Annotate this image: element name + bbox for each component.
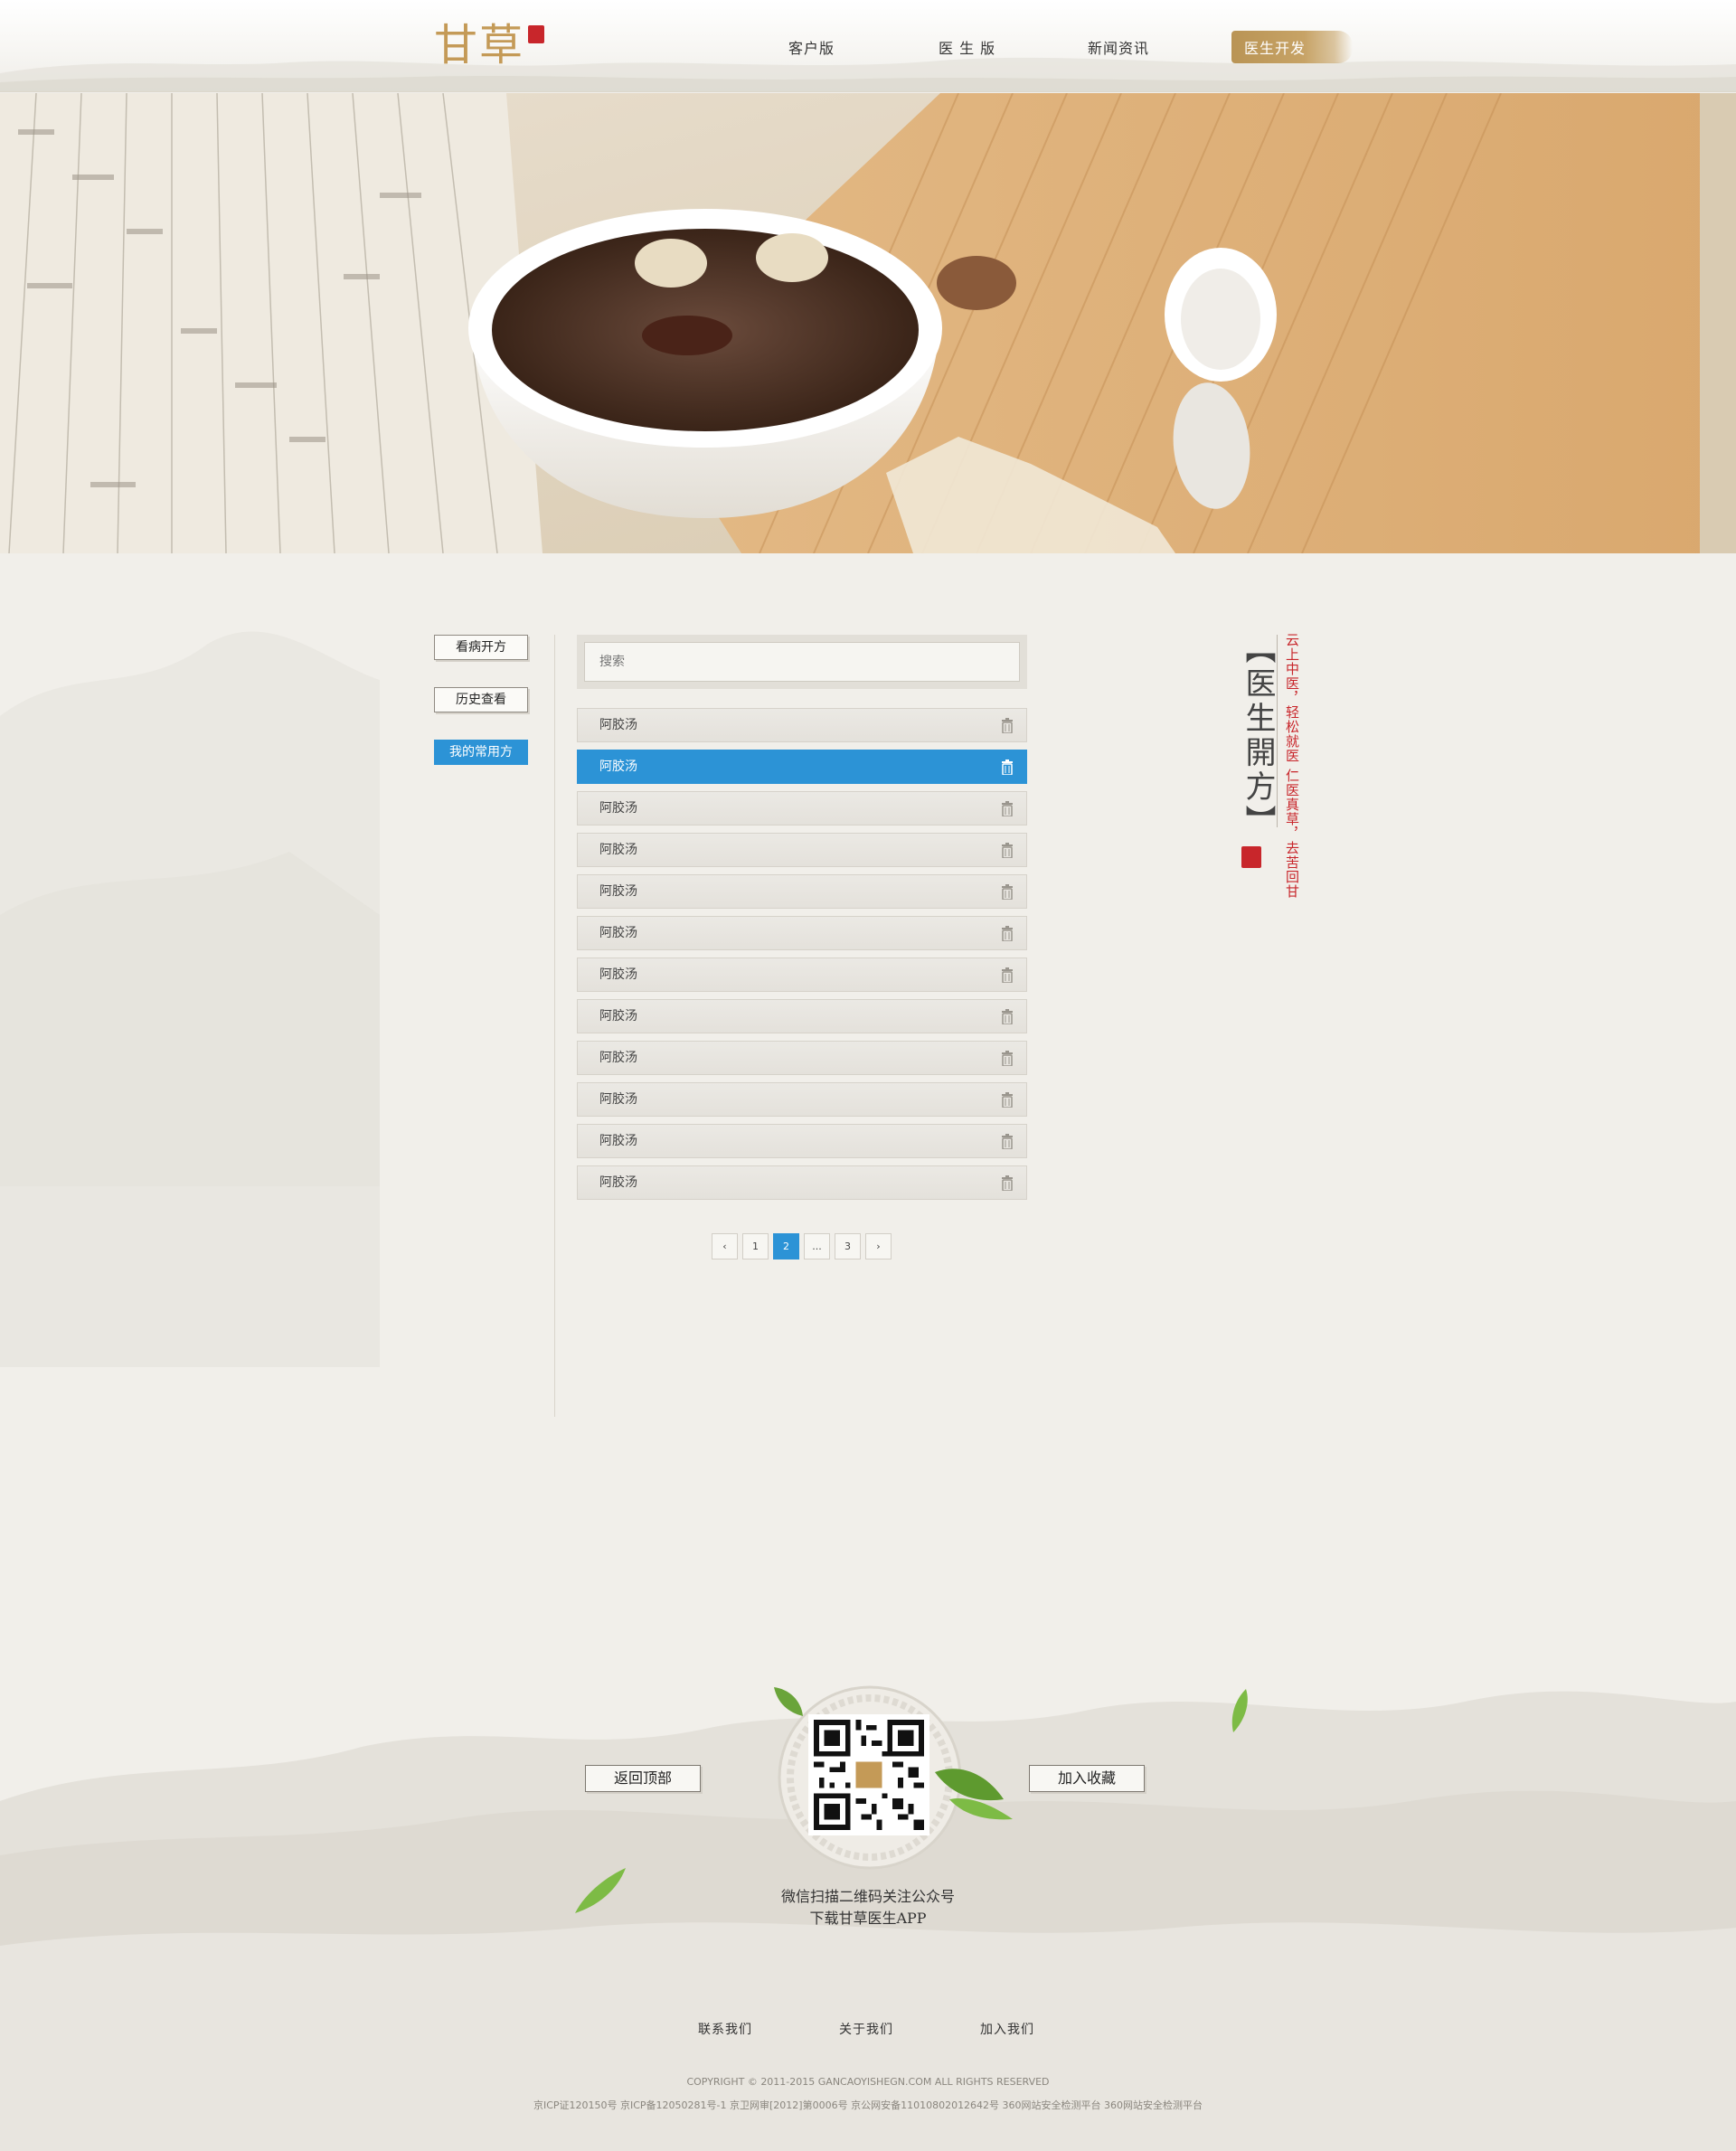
trash-icon[interactable] xyxy=(1001,843,1014,858)
search-box xyxy=(577,635,1027,689)
list-item-label: 阿胶汤 xyxy=(599,1175,637,1190)
trash-icon[interactable] xyxy=(1001,1092,1014,1108)
search-input[interactable] xyxy=(584,642,1020,682)
list-item[interactable]: 阿胶汤 xyxy=(577,833,1027,867)
list-item-label: 阿胶汤 xyxy=(599,1092,637,1107)
icp-license-text: 京ICP证120150号 京ICP备12050281号-1 京卫网审[2012]… xyxy=(533,2099,1203,2111)
footer-link-contact[interactable]: 联系我们 xyxy=(698,2020,752,2038)
list-item[interactable]: 阿胶汤 xyxy=(577,1165,1027,1200)
sidebar-menu: 看病开方 历史查看 我的常用方 xyxy=(434,635,528,792)
trash-icon[interactable] xyxy=(1001,759,1014,775)
wechat-qr-code xyxy=(808,1714,929,1835)
list-item-label: 阿胶汤 xyxy=(599,718,637,732)
list-item[interactable]: 阿胶汤 xyxy=(577,874,1027,909)
trash-icon[interactable] xyxy=(1001,1051,1014,1066)
hero-banner xyxy=(0,93,1736,553)
leaf-icon xyxy=(1231,1689,1248,1732)
main-nav: 客户版 医 生 版 新闻资讯 医生开发 xyxy=(0,31,1736,63)
trash-icon[interactable] xyxy=(1001,926,1014,941)
side-title-divider xyxy=(1277,635,1278,827)
list-item[interactable]: 阿胶汤 xyxy=(577,1124,1027,1158)
list-item-label: 阿胶汤 xyxy=(599,1051,637,1065)
side-title-text: 【医生開方】 xyxy=(1240,633,1276,839)
seal-stamp-icon xyxy=(1241,846,1261,868)
qr-caption-line2: 下载甘草医生APP xyxy=(809,1910,927,1927)
list-item-label: 阿胶汤 xyxy=(599,967,637,982)
content-divider xyxy=(554,635,555,1417)
nav-item-customer[interactable]: 客户版 xyxy=(788,36,835,58)
sidebar-item-my-prescriptions[interactable]: 我的常用方 xyxy=(434,740,528,765)
leaf-icon xyxy=(774,1687,803,1716)
trash-icon[interactable] xyxy=(1001,967,1014,983)
list-item-selected[interactable]: 阿胶汤 xyxy=(577,750,1027,784)
list-item[interactable]: 阿胶汤 xyxy=(577,791,1027,825)
pagination-page-3[interactable]: 3 xyxy=(835,1233,861,1259)
pagination-prev-button[interactable]: ‹ xyxy=(712,1233,738,1259)
list-item-label: 阿胶汤 xyxy=(599,1009,637,1024)
back-to-top-button[interactable]: 返回顶部 xyxy=(585,1765,701,1792)
qr-caption: 微信扫描二维码关注公众号 下载甘草医生APP xyxy=(687,1886,1049,1929)
list-item[interactable]: 阿胶汤 xyxy=(577,999,1027,1033)
list-item-label: 阿胶汤 xyxy=(599,884,637,899)
trash-icon[interactable] xyxy=(1001,1009,1014,1024)
footer-link-about[interactable]: 关于我们 xyxy=(839,2020,893,2038)
list-item-label: 阿胶汤 xyxy=(599,843,637,857)
list-item-label: 阿胶汤 xyxy=(599,801,637,816)
list-item[interactable]: 阿胶汤 xyxy=(577,1082,1027,1117)
nav-item-doctor-dev[interactable]: 医生开发 xyxy=(1231,31,1354,63)
list-item-label: 阿胶汤 xyxy=(599,926,637,940)
nav-item-news[interactable]: 新闻资讯 xyxy=(1088,36,1149,58)
hero-image xyxy=(0,93,1736,553)
trash-icon[interactable] xyxy=(1001,1175,1014,1191)
list-item[interactable]: 阿胶汤 xyxy=(577,916,1027,950)
footer-link-join[interactable]: 加入我们 xyxy=(980,2020,1034,2038)
footer-links: 联系我们 关于我们 加入我们 xyxy=(0,2020,1736,2038)
list-item-label: 阿胶汤 xyxy=(599,759,637,774)
sidebar-item-history[interactable]: 历史查看 xyxy=(434,687,528,712)
nav-item-doctor[interactable]: 医 生 版 xyxy=(939,36,995,58)
list-item-label: 阿胶汤 xyxy=(599,1134,637,1148)
list-item[interactable]: 阿胶汤 xyxy=(577,708,1027,742)
qr-caption-line1: 微信扫描二维码关注公众号 xyxy=(780,1888,955,1905)
pagination: ‹ 1 2 ... 3 › xyxy=(712,1233,896,1260)
prescription-list: 阿胶汤 阿胶汤 阿胶汤 阿胶汤 阿胶汤 阿胶汤 阿胶汤 阿胶汤 阿胶汤 阿胶汤 … xyxy=(577,708,1027,1207)
trash-icon[interactable] xyxy=(1001,1134,1014,1149)
pagination-page-1[interactable]: 1 xyxy=(742,1233,769,1259)
site-header: 甘草 客户版 医 生 版 新闻资讯 医生开发 xyxy=(0,0,1736,92)
sidebar-item-diagnose[interactable]: 看病开方 xyxy=(434,635,528,660)
side-slogan: 云上中医，轻松就医 仁医真草，去苦回甘 xyxy=(1284,633,1300,899)
trash-icon[interactable] xyxy=(1001,884,1014,900)
pagination-page-current[interactable]: 2 xyxy=(773,1233,799,1259)
leaf-icon xyxy=(935,1769,1013,1820)
qr-code-icon xyxy=(814,1720,924,1830)
list-item[interactable]: 阿胶汤 xyxy=(577,1041,1027,1075)
add-favorite-button[interactable]: 加入收藏 xyxy=(1029,1765,1145,1792)
side-title: 【医生開方】 xyxy=(1236,633,1276,868)
trash-icon[interactable] xyxy=(1001,801,1014,816)
pagination-ellipsis: ... xyxy=(804,1233,830,1259)
list-item[interactable]: 阿胶汤 xyxy=(577,958,1027,992)
copyright-text: COPYRIGHT © 2011-2015 GANCAOYISHEGN.COM … xyxy=(686,2076,1050,2088)
trash-icon[interactable] xyxy=(1001,718,1014,733)
leaf-icon xyxy=(575,1868,626,1913)
pagination-next-button[interactable]: › xyxy=(865,1233,892,1259)
